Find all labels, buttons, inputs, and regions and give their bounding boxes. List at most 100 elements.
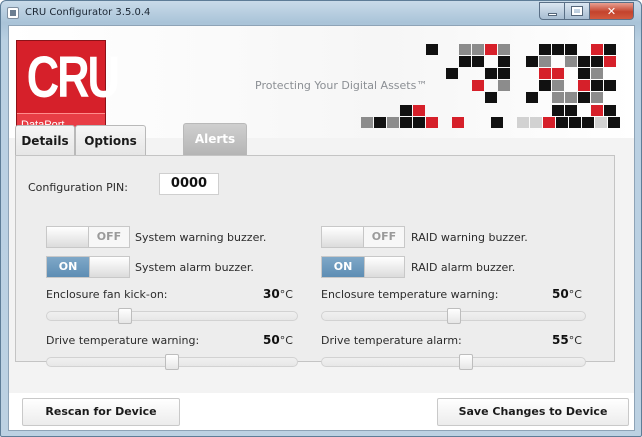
pixel-square <box>539 68 551 79</box>
raid-warning-toggle[interactable]: OFF <box>321 226 405 248</box>
drive-temp-alarm-unit: °C <box>568 334 582 347</box>
pixel-square <box>552 92 564 103</box>
toggle-knob <box>364 257 404 277</box>
slider-thumb[interactable] <box>459 354 473 370</box>
drive-temp-alarm-label: Drive temperature alarm: <box>321 334 462 347</box>
close-icon: ✕ <box>606 4 617 18</box>
pixel-square <box>446 68 458 79</box>
pixel-square <box>539 44 551 55</box>
drive-temp-warning-slider[interactable] <box>46 354 298 370</box>
drive-temp-alarm-slider[interactable] <box>321 354 586 370</box>
pixel-square <box>591 56 603 67</box>
pixel-square <box>565 105 577 116</box>
system-warning-toggle[interactable]: OFF <box>46 226 130 248</box>
pixel-square <box>413 105 425 116</box>
pixel-square <box>543 117 555 128</box>
pixel-square <box>498 68 510 79</box>
pixel-square <box>472 44 484 55</box>
fan-kickon-slider[interactable] <box>46 308 298 324</box>
pixel-square <box>591 92 603 103</box>
drive-temp-warning-value: 50°C <box>263 333 293 347</box>
pixel-square <box>595 117 607 128</box>
raid-alarm-label: RAID alarm buzzer. <box>411 261 516 274</box>
pixel-square <box>565 92 577 103</box>
pixel-square <box>539 80 551 91</box>
rescan-button[interactable]: Rescan for Device <box>22 398 180 426</box>
pixel-square <box>517 117 529 128</box>
pixel-square <box>578 92 590 103</box>
pixel-square <box>485 68 497 79</box>
tab-alerts[interactable]: Alerts <box>183 123 247 155</box>
pixel-square <box>552 44 564 55</box>
fan-kickon-value: 30°C <box>263 287 293 301</box>
pixel-square <box>552 68 564 79</box>
pixel-square <box>565 44 577 55</box>
toggle-state: ON <box>47 257 89 277</box>
title-bar[interactable]: CRU Configurator 3.5.0.4 ✕ <box>1 1 641 25</box>
pixel-square <box>498 80 510 91</box>
raid-warning-label: RAID warning buzzer. <box>411 231 528 244</box>
pixel-square <box>604 56 616 67</box>
pixel-square <box>374 117 386 128</box>
pixel-square <box>387 117 399 128</box>
maximize-icon <box>571 6 583 16</box>
pixel-square <box>578 80 590 91</box>
pixel-square <box>459 44 471 55</box>
pixel-pattern <box>9 26 634 138</box>
system-alarm-toggle[interactable]: ON <box>46 256 130 278</box>
pixel-square <box>582 117 594 128</box>
pixel-square <box>485 44 497 55</box>
pixel-square <box>591 105 603 116</box>
pixel-square <box>608 117 620 128</box>
fan-kickon-label: Enclosure fan kick-on: <box>46 288 168 301</box>
pixel-square <box>552 105 564 116</box>
pixel-square <box>591 68 603 79</box>
pixel-square <box>485 92 497 103</box>
pixel-square <box>591 44 603 55</box>
raid-alarm-toggle[interactable]: ON <box>321 256 405 278</box>
enclosure-temp-warning-unit: °C <box>568 288 582 301</box>
minimize-icon <box>547 13 557 16</box>
pixel-square <box>498 56 510 67</box>
pixel-square <box>452 117 464 128</box>
pixel-square <box>565 56 577 67</box>
pixel-square <box>498 44 510 55</box>
system-alarm-label: System alarm buzzer. <box>135 261 254 274</box>
pin-field[interactable]: 0000 <box>159 173 219 195</box>
pixel-square <box>552 80 564 91</box>
close-button[interactable]: ✕ <box>590 2 634 20</box>
drive-temp-warning-label: Drive temperature warning: <box>46 334 200 347</box>
app-window: CRU Configurator 3.5.0.4 ✕ CRU DataPort … <box>0 0 642 437</box>
toggle-knob <box>47 227 89 247</box>
slider-thumb[interactable] <box>165 354 179 370</box>
toggle-state: OFF <box>89 227 129 247</box>
pin-label: Configuration PIN: <box>28 181 128 194</box>
pixel-square <box>569 117 581 128</box>
enclosure-temp-warning-value: 50°C <box>552 287 582 301</box>
tab-options[interactable]: Options <box>75 125 146 155</box>
enclosure-temp-warning-number: 50 <box>552 287 569 301</box>
save-changes-button[interactable]: Save Changes to Device <box>437 398 629 426</box>
pixel-square <box>426 117 438 128</box>
enclosure-temp-warning-slider[interactable] <box>321 308 586 324</box>
toggle-knob <box>89 257 129 277</box>
pixel-square <box>472 80 484 91</box>
slider-thumb[interactable] <box>118 308 132 324</box>
drive-temp-alarm-number: 55 <box>552 333 569 347</box>
pixel-square <box>361 117 373 128</box>
tab-details[interactable]: Details <box>15 125 75 155</box>
pixel-square <box>530 117 542 128</box>
minimize-button[interactable] <box>539 2 565 20</box>
pixel-square <box>604 44 616 55</box>
maximize-button[interactable] <box>565 2 590 20</box>
drive-temp-warning-unit: °C <box>279 334 293 347</box>
pixel-square <box>400 105 412 116</box>
window-title: CRU Configurator 3.5.0.4 <box>25 7 151 18</box>
toggle-knob <box>322 227 364 247</box>
drive-temp-alarm-value: 55°C <box>552 333 582 347</box>
slider-thumb[interactable] <box>447 308 461 324</box>
pixel-square <box>578 68 590 79</box>
pixel-square <box>604 105 616 116</box>
caption-buttons: ✕ <box>539 2 634 20</box>
pixel-square <box>400 117 412 128</box>
